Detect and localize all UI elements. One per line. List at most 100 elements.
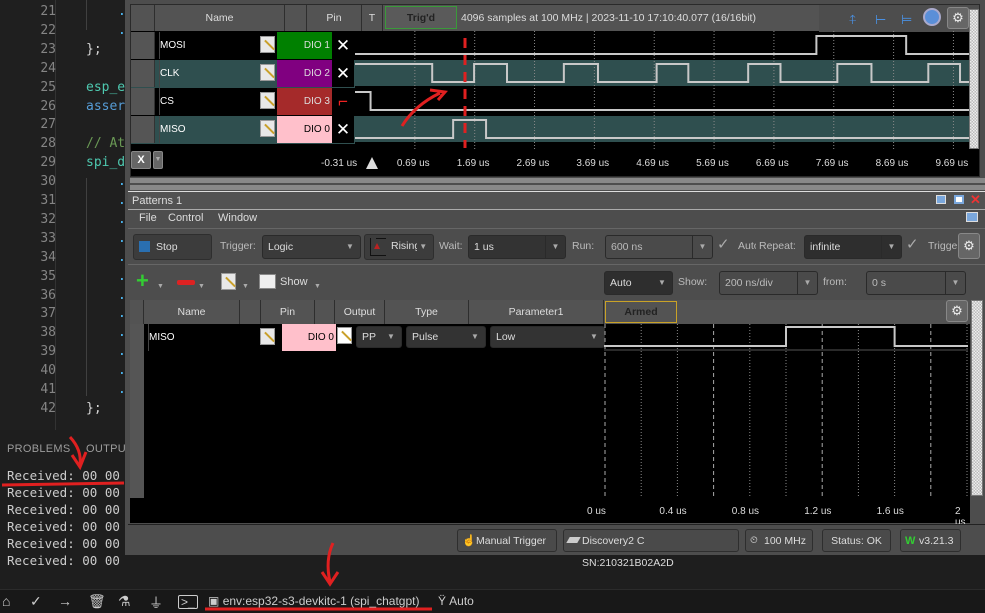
trigger-ignore-icon[interactable]: ✕ [332, 116, 354, 143]
cursor-icon[interactable]: ⍏ [849, 7, 857, 33]
dropdown-arrow-icon[interactable]: ▼ [314, 283, 321, 290]
splitter-bar[interactable] [130, 178, 985, 183]
mode-select[interactable]: Auto ▼ [604, 271, 673, 295]
dropdown-arrow-icon[interactable]: ▼ [198, 283, 205, 290]
col-header-parameter1[interactable]: Parameter1 [469, 300, 604, 324]
trigger-position-marker[interactable] [366, 157, 378, 169]
menu-control[interactable]: Control [168, 212, 203, 224]
run-select[interactable]: 600 ns ▼ [605, 235, 713, 259]
trigger-label: Trigger: [220, 240, 256, 252]
edit-icon[interactable] [221, 273, 236, 290]
pattern-pin[interactable]: DIO 0 [282, 324, 336, 351]
dropdown-arrow-icon[interactable]: ▼ [242, 283, 249, 290]
col-header-pin[interactable]: Pin [307, 5, 362, 31]
from-select[interactable]: 0 s ▼ [866, 271, 966, 295]
maximize-icon[interactable] [954, 195, 964, 204]
col-header-name[interactable]: Name [155, 5, 285, 31]
channel-row[interactable]: CS DIO 3 ⌐ [131, 88, 355, 116]
trigger-ignore-icon[interactable]: ✕ [332, 60, 354, 87]
add-icon[interactable]: + [136, 268, 149, 294]
trigger-source-select[interactable]: Logic ▼ [262, 235, 361, 259]
align-multi-icon[interactable]: ⊨ [901, 7, 912, 33]
pattern-name[interactable]: MISO [148, 324, 240, 351]
code-editor[interactable]: 21. 22. 23}; 24 25 esp_e 26 asser 27 28// At 29 spi… [0, 0, 130, 430]
terminal-output[interactable]: Received: 00 00 Received: 00 00 Received: … [0, 465, 125, 585]
pattern-waveform[interactable] [604, 324, 970, 514]
frequency-button[interactable]: ⏲ 100 MHz [745, 529, 813, 552]
row-handle[interactable] [131, 88, 155, 115]
flask-icon[interactable]: ⚗ [118, 593, 131, 610]
dropdown-arrow-icon[interactable]: ▼ [153, 151, 163, 169]
channel-pin[interactable]: DIO 3 [277, 88, 332, 115]
restore-icon[interactable] [936, 195, 946, 204]
menu-file[interactable]: File [139, 212, 157, 224]
edit-icon[interactable] [260, 328, 275, 345]
channel-pin[interactable]: DIO 1 [277, 32, 332, 59]
row-handle[interactable] [131, 116, 155, 143]
trash-icon[interactable]: 🗑 [88, 593, 106, 610]
home-icon[interactable]: ⌂ [2, 593, 10, 609]
channel-row[interactable]: CLK DIO 2 ✕ [131, 60, 355, 88]
stop-button[interactable]: Stop [133, 234, 212, 260]
repeat-select[interactable]: infinite ▼ [804, 235, 902, 259]
time-div-select[interactable]: 200 ns/div ▼ [719, 271, 818, 295]
col-header-t[interactable]: T [362, 5, 383, 31]
status-button[interactable]: Status: OK [822, 529, 891, 552]
row-handle[interactable] [131, 32, 155, 59]
terminal-icon[interactable]: >_ [178, 595, 198, 609]
remove-icon[interactable] [177, 280, 195, 285]
device-button[interactable]: Discovery2 C SN:210321B02A2D [563, 529, 739, 569]
output-select[interactable]: PP ▼ [356, 326, 402, 348]
menu-window[interactable]: Window [218, 212, 257, 224]
env-selector[interactable]: ▣ env:esp32-s3-devkitc-1 (spi_chatgpt) [208, 594, 419, 608]
trigger-repeat-checkbox[interactable]: ✓ [906, 235, 919, 253]
col-header-type[interactable]: Type [385, 300, 469, 324]
logic-waveforms[interactable] [355, 31, 969, 149]
edit-icon[interactable] [260, 64, 275, 81]
version-button[interactable]: W v3.21.3 [900, 529, 961, 552]
trigger-falling-icon[interactable]: ⌐ [332, 88, 354, 115]
col-header-name[interactable]: Name [144, 300, 240, 324]
clear-button[interactable]: X [131, 151, 151, 169]
dropdown-arrow-icon[interactable]: ▼ [157, 283, 164, 290]
align-icon[interactable]: ⊢ [875, 7, 886, 33]
col-header-pin[interactable]: Pin [261, 300, 315, 324]
plug-icon[interactable]: ⏚ [149, 593, 163, 613]
auto-checkbox[interactable]: ✓ [717, 235, 730, 253]
patterns-scrollbar[interactable] [971, 300, 983, 496]
show-list-icon[interactable] [259, 274, 276, 289]
pattern-row[interactable]: MISO DIO 0 PP ▼ Pulse ▼ Low ▼ [144, 324, 605, 351]
manual-trigger-button[interactable]: ☝ Manual Trigger [457, 529, 557, 552]
splitter-bar[interactable] [130, 185, 985, 190]
row-handle[interactable] [131, 60, 155, 87]
close-icon[interactable]: ✕ [970, 192, 981, 208]
port-selector[interactable]: Ϋ Auto [438, 594, 474, 608]
vertical-scrollbar[interactable] [969, 9, 979, 149]
type-select[interactable]: Pulse ▼ [406, 326, 486, 348]
edit-icon[interactable] [260, 92, 275, 109]
channel-pin[interactable]: DIO 0 [277, 116, 332, 143]
wait-select[interactable]: 1 us ▼ [468, 235, 566, 259]
check-icon[interactable]: ✓ [30, 593, 42, 610]
pen-icon[interactable] [337, 327, 352, 344]
channel-row[interactable]: MISO DIO 0 ✕ [131, 116, 355, 144]
channel-row[interactable]: MOSI DIO 1 ✕ [131, 32, 355, 60]
patterns-toolbar: Stop Trigger: Logic▼ Rising ▼ Wait: 1 us… [128, 228, 985, 264]
arrow-right-icon[interactable]: → [58, 593, 72, 609]
edit-icon[interactable] [260, 120, 275, 137]
row-handle[interactable] [130, 324, 144, 498]
edit-icon[interactable] [260, 36, 275, 53]
zoom-icon[interactable] [923, 8, 941, 26]
trigger-edge-select[interactable]: Rising ▼ [364, 234, 434, 260]
table-settings-gear-icon[interactable]: ⚙ [946, 300, 968, 322]
toolbar-settings-gear-icon[interactable]: ⚙ [958, 233, 980, 259]
from-label: from: [823, 276, 847, 288]
parameter1-select[interactable]: Low ▼ [490, 326, 605, 348]
col-header-output[interactable]: Output [335, 300, 385, 324]
settings-gear-icon[interactable]: ⚙ [947, 7, 969, 29]
tab-problems[interactable]: PROBLEMS [7, 443, 71, 455]
show-label[interactable]: Show [280, 276, 308, 288]
channel-pin[interactable]: DIO 2 [277, 60, 332, 87]
undock-icon[interactable] [966, 212, 978, 222]
trigger-ignore-icon[interactable]: ✕ [332, 32, 354, 59]
